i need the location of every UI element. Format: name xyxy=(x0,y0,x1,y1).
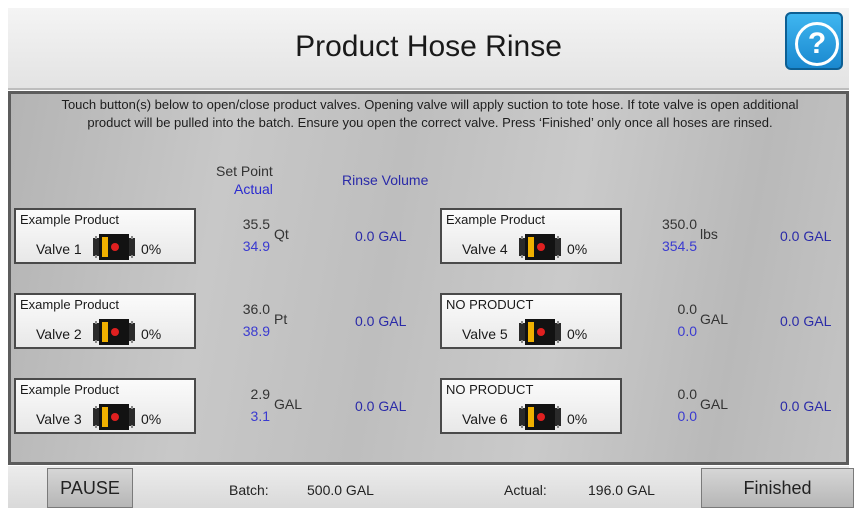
valve-icon xyxy=(93,234,135,260)
actual-value: 0.0 xyxy=(677,408,697,424)
rinse-volume-value: 0.0 GAL xyxy=(355,313,407,329)
valve-percent: 0% xyxy=(141,241,162,257)
set-point-value: 36.0 xyxy=(242,301,270,317)
valve-percent: 0% xyxy=(567,411,588,427)
valve-percent: 0% xyxy=(141,411,162,427)
finished-button[interactable]: Finished xyxy=(701,468,854,508)
rinse-volume-header: Rinse Volume xyxy=(342,172,429,188)
unit-label: lbs xyxy=(700,226,718,242)
valve-2-button[interactable]: Example Product Valve 2 0% xyxy=(14,293,196,349)
valve-label: Valve 4 xyxy=(462,241,508,257)
set-point-value: 2.9 xyxy=(250,386,270,402)
rinse-volume-value: 0.0 GAL xyxy=(780,313,832,329)
actual-value: 0.0 xyxy=(677,323,697,339)
valve-icon xyxy=(519,319,561,345)
actual-value: 196.0 GAL xyxy=(588,482,655,498)
valve-icon xyxy=(93,319,135,345)
rinse-volume-value: 0.0 GAL xyxy=(355,398,407,414)
batch-value: 500.0 GAL xyxy=(307,482,374,498)
actual-label: Actual: xyxy=(504,482,547,498)
batch-label: Batch: xyxy=(229,482,269,498)
valve-6-button[interactable]: NO PRODUCT Valve 6 0% xyxy=(440,378,622,434)
help-button[interactable]: ? xyxy=(785,12,843,70)
valve-label: Valve 1 xyxy=(36,241,82,257)
set-point-value: 0.0 xyxy=(677,301,697,317)
pause-button[interactable]: PAUSE xyxy=(47,468,133,508)
actual-value: 38.9 xyxy=(242,323,270,339)
valve-icon xyxy=(519,404,561,430)
actual-value: 3.1 xyxy=(250,408,270,424)
unit-label: GAL xyxy=(700,311,729,327)
rinse-volume-value: 0.0 GAL xyxy=(780,398,832,414)
set-point-value: 0.0 xyxy=(677,386,697,402)
set-point-value: 35.5 xyxy=(242,216,270,232)
valve-product-name: NO PRODUCT xyxy=(446,382,534,397)
valve-4-button[interactable]: Example Product Valve 4 0% xyxy=(440,208,622,264)
valve-product-name: Example Product xyxy=(446,212,545,227)
unit-label: GAL xyxy=(700,396,729,412)
valve-5-button[interactable]: NO PRODUCT Valve 5 0% xyxy=(440,293,622,349)
valve-product-name: Example Product xyxy=(20,297,119,312)
valve-label: Valve 5 xyxy=(462,326,508,342)
valve-panel: Touch button(s) below to open/close prod… xyxy=(8,91,849,465)
valve-icon xyxy=(519,234,561,260)
valve-label: Valve 6 xyxy=(462,411,508,427)
set-point-header: Set Point xyxy=(216,163,273,179)
unit-label: Qt xyxy=(274,226,289,242)
unit-label: GAL xyxy=(274,396,303,412)
page-title: Product Hose Rinse xyxy=(295,30,562,63)
set-point-value: 350.0 xyxy=(661,216,697,232)
valve-product-name: Example Product xyxy=(20,212,119,227)
header-bar: Product Hose Rinse ? xyxy=(8,8,849,90)
actual-value: 34.9 xyxy=(242,238,270,254)
valve-percent: 0% xyxy=(567,326,588,342)
valve-percent: 0% xyxy=(141,326,162,342)
actual-header: Actual xyxy=(234,181,273,197)
footer-bar: PAUSE Batch: 500.0 GAL Actual: 196.0 GAL… xyxy=(8,466,854,508)
valve-3-button[interactable]: Example Product Valve 3 0% xyxy=(14,378,196,434)
valve-product-name: NO PRODUCT xyxy=(446,297,534,312)
instructions-text: Touch button(s) below to open/close prod… xyxy=(61,97,799,130)
rinse-volume-value: 0.0 GAL xyxy=(780,228,832,244)
rinse-volume-value: 0.0 GAL xyxy=(355,228,407,244)
valve-label: Valve 2 xyxy=(36,326,82,342)
valve-percent: 0% xyxy=(567,241,588,257)
valve-icon xyxy=(93,404,135,430)
actual-value: 354.5 xyxy=(661,238,697,254)
valve-label: Valve 3 xyxy=(36,411,82,427)
help-icon: ? xyxy=(795,22,839,66)
valve-1-button[interactable]: Example Product Valve 1 0% xyxy=(14,208,196,264)
unit-label: Pt xyxy=(274,311,288,327)
valve-product-name: Example Product xyxy=(20,382,119,397)
